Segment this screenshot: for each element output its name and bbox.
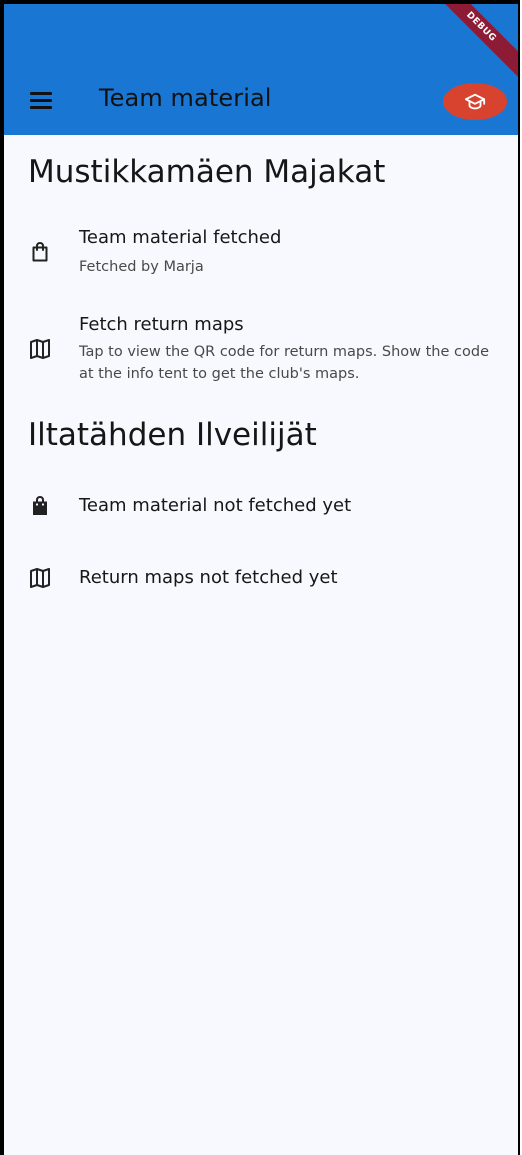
team-heading-mustikkamaen-majakat: Mustikkamäen Majakat: [28, 154, 386, 190]
item-title: Team material not fetched yet: [79, 495, 352, 516]
team-material-item[interactable]: Team material not fetched yet: [4, 482, 518, 532]
app-frame: Team material DEBUG Mustikkamäen Majakat…: [0, 0, 520, 1155]
item-subtitle: Fetched by Marja: [79, 259, 204, 275]
item-title: Fetch return maps: [79, 314, 244, 335]
item-title: Return maps not fetched yet: [79, 567, 338, 588]
item-subtitle: Tap to view the QR code for return maps.…: [79, 344, 489, 382]
hamburger-menu-icon[interactable]: [28, 90, 56, 110]
team-heading-iltatahden-ilveilijat: Iltatähden Ilveilijät: [28, 417, 317, 453]
map-icon: [30, 568, 50, 588]
return-maps-item[interactable]: Fetch return maps Tap to view the QR cod…: [4, 304, 518, 394]
map-icon: [30, 339, 50, 359]
app-bar: Team material DEBUG: [4, 4, 518, 135]
return-maps-item[interactable]: Return maps not fetched yet: [4, 554, 518, 604]
shopping-bag-outline-icon: [32, 241, 48, 262]
team-material-item[interactable]: Team material fetched Fetched by Marja: [4, 222, 518, 292]
graduation-cap-icon: [464, 93, 486, 109]
item-title: Team material fetched: [79, 227, 282, 248]
debug-banner: DEBUG: [421, 4, 518, 87]
app-title: Team material: [99, 84, 272, 112]
shopping-bag-filled-icon: [33, 495, 47, 515]
profile-avatar-button[interactable]: [443, 83, 507, 120]
